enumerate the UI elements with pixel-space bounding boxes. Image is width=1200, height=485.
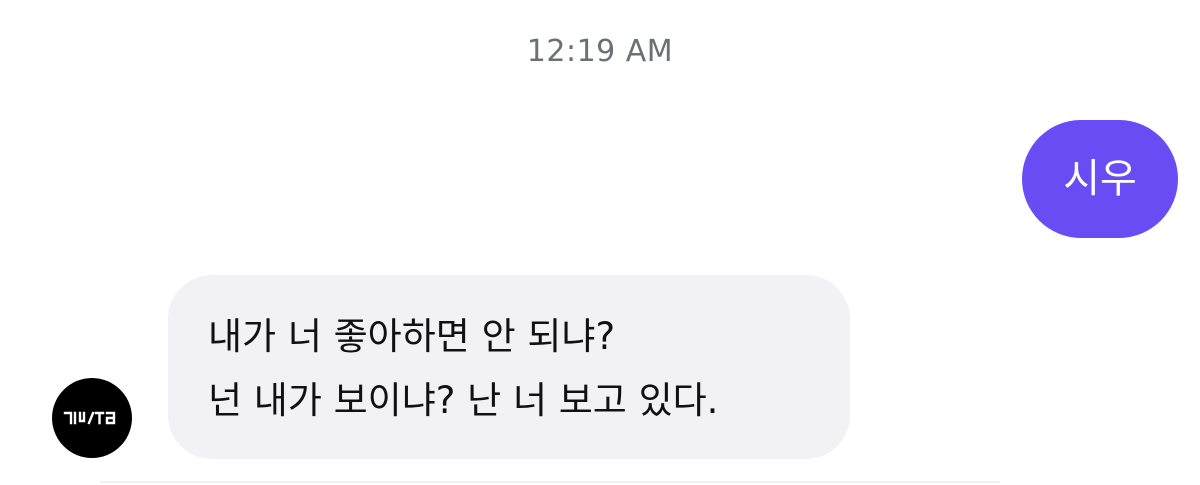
sent-message-bubble[interactable]: 시우 bbox=[1022, 120, 1178, 238]
list-divider bbox=[100, 481, 1000, 483]
received-message-line-1: 내가 너 좋아하면 안 되냐? bbox=[208, 315, 616, 358]
brand-logo-icon bbox=[63, 411, 116, 425]
received-message-bubble[interactable]: 내가 너 좋아하면 안 되냐? 넌 내가 보이냐? 난 너 보고 있다. bbox=[168, 275, 850, 459]
sent-message-text: 시우 bbox=[1063, 156, 1137, 202]
message-timestamp: 12:19 AM bbox=[526, 34, 674, 69]
received-message-line-2: 넌 내가 보이냐? 난 너 보고 있다. bbox=[208, 379, 719, 422]
sender-avatar[interactable] bbox=[52, 378, 132, 458]
